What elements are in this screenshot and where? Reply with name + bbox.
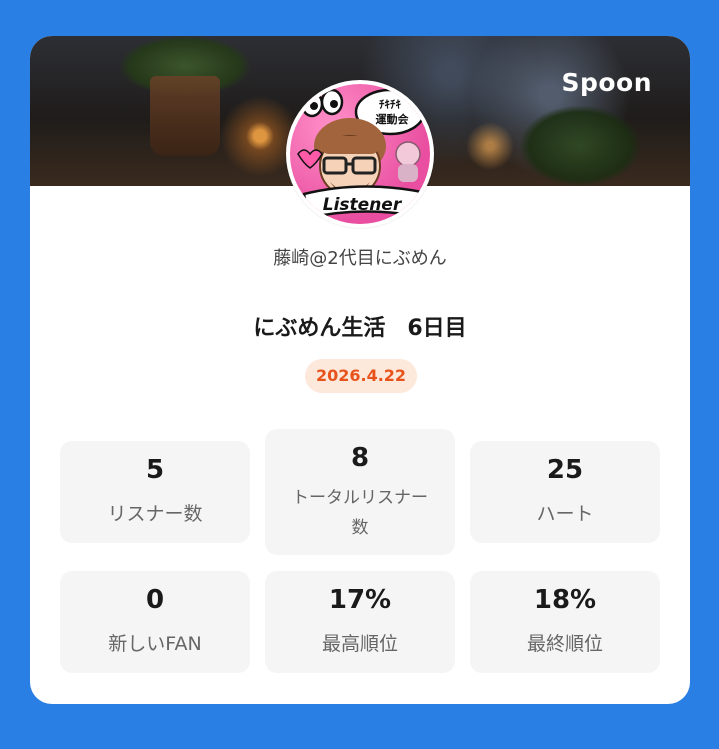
stat-value: 18%	[533, 585, 597, 615]
avatar-bubble-text-1: ﾁｷﾁｷ	[379, 98, 401, 111]
stat-label: 新しいFAN	[108, 633, 202, 655]
username: 藤崎@2代目にぶめん	[273, 248, 447, 269]
broadcast-title: にぶめん生活 6日目	[253, 316, 467, 341]
avatar-badge-text: Listener	[323, 195, 403, 215]
avatar-image: ﾁｷﾁｷ 運動会 Listener	[290, 84, 430, 224]
stat-label: 最終順位	[526, 633, 603, 655]
stat-label: トータルリスナー数	[292, 488, 428, 538]
plant-pot-decoration	[150, 76, 220, 156]
stat-listeners: 5 リスナー数	[60, 441, 250, 543]
avatar-bubble-text-2: 運動会	[376, 112, 410, 126]
avatar[interactable]: ﾁｷﾁｷ 運動会 Listener	[286, 80, 434, 228]
stat-hearts: 25 ハート	[470, 441, 660, 543]
stat-value: 25	[546, 455, 584, 485]
date-badge: 2026.4.22	[305, 359, 417, 393]
stat-value: 17%	[328, 585, 392, 615]
stat-value: 0	[145, 585, 165, 615]
spoon-logo: Spoon	[561, 68, 652, 97]
stat-label: リスナー数	[107, 503, 203, 525]
stat-final-rank: 18% 最終順位	[470, 571, 660, 673]
stat-total-listeners: 8 トータルリスナー数	[265, 429, 455, 555]
stat-label: ハート	[536, 503, 594, 525]
stat-highest-rank: 17% 最高順位	[265, 571, 455, 673]
broadcast-result-card: Spoon ﾁｷﾁｷ 運動会 Listener 藤崎@2代目にぶめん にぶめん生…	[30, 36, 690, 704]
stat-label: 最高順位	[321, 633, 398, 655]
stat-new-fans: 0 新しいFAN	[60, 571, 250, 673]
stat-value: 5	[145, 455, 165, 485]
plant-decoration-right	[520, 106, 640, 186]
stat-value: 8	[350, 443, 370, 473]
